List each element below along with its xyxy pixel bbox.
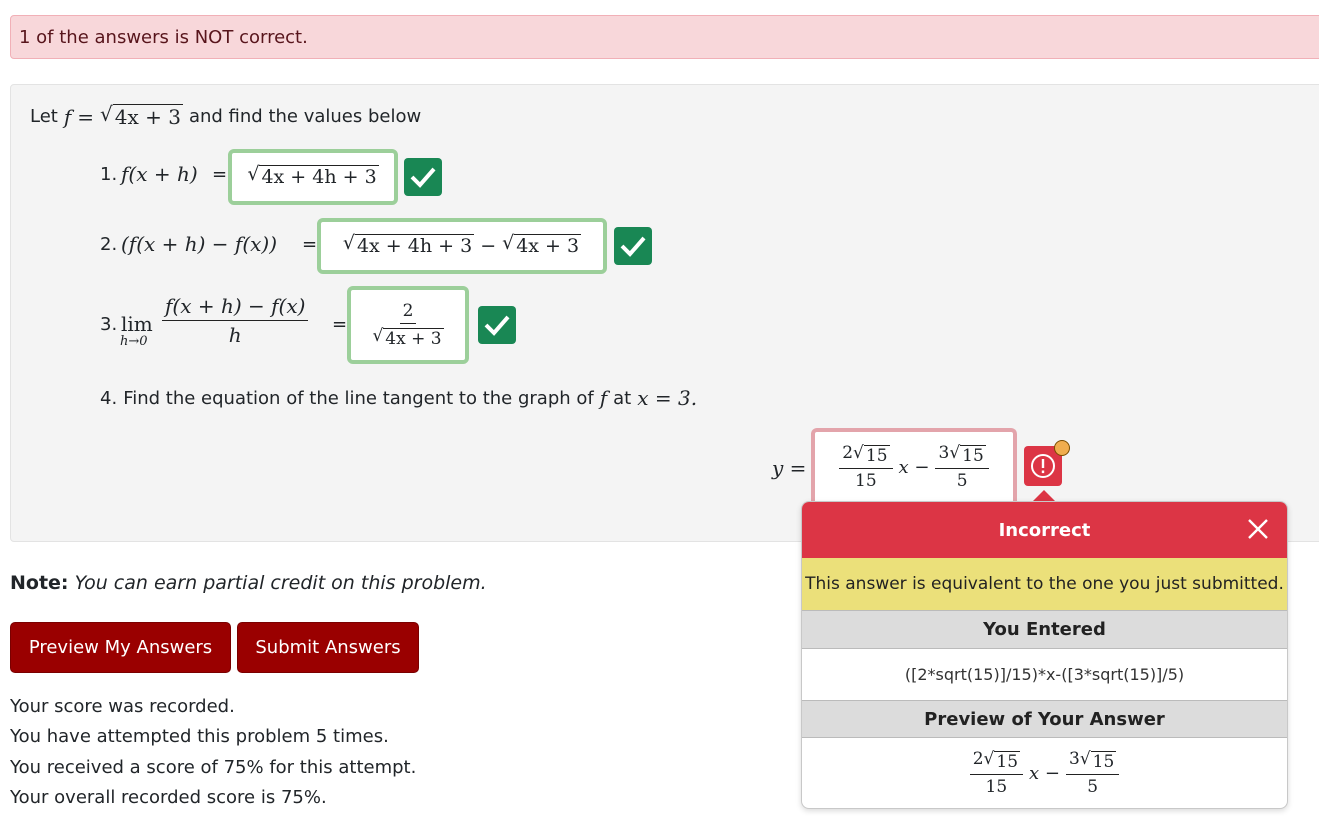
part-1-label: f(x + h) xyxy=(121,162,198,186)
part-4-lhs: y = xyxy=(772,456,807,480)
part-1-number: 1. xyxy=(100,164,118,185)
part-1-answer-box[interactable]: √ 4x + 4h + 3 xyxy=(228,149,398,205)
overall-score: Your overall recorded score is 75%. xyxy=(10,787,327,808)
you-entered-label: You Entered xyxy=(802,610,1287,649)
alert-circle-icon xyxy=(1031,454,1055,478)
part-2-number: 2. xyxy=(100,234,118,255)
part-3-lim: lim xyxy=(121,312,153,336)
part-4-answer-box[interactable]: 2 √ 15 15 x − 3 √ 15 5 xyxy=(811,428,1017,502)
part-3-number: 3. xyxy=(100,314,118,335)
preview-answers-button[interactable]: Preview My Answers xyxy=(10,622,231,673)
answer-preview: 2 √ 15 15 x − 3 √ 15 5 xyxy=(802,738,1287,808)
popover-message: This answer is equivalent to the one you… xyxy=(802,558,1287,611)
part-3-lim-sub: h→0 xyxy=(120,334,148,349)
note: Note: You can earn partial credit on thi… xyxy=(10,572,487,594)
intro-suffix: and find the values below xyxy=(188,106,422,127)
preview-label: Preview of Your Answer xyxy=(802,700,1287,738)
alert-text: 1 of the answers is NOT correct. xyxy=(19,27,308,48)
attempt-score: You received a score of 75% for this att… xyxy=(10,757,417,778)
attempts-count: You have attempted this problem 5 times. xyxy=(10,726,389,747)
part-3-answer-box[interactable]: 2 √ 4x + 3 xyxy=(347,286,469,364)
part-2-correct-icon xyxy=(614,227,652,265)
entered-value: ([2*sqrt(15)]/15)*x-([3*sqrt(15)]/5) xyxy=(904,665,1185,684)
part-3-correct-icon xyxy=(478,306,516,344)
submit-answers-button[interactable]: Submit Answers xyxy=(237,622,419,673)
score-recorded: Your score was recorded. xyxy=(10,696,235,717)
popover-header: Incorrect xyxy=(802,502,1287,558)
f-definition: √ 4x + 3 xyxy=(100,102,183,129)
attention-dot xyxy=(1054,440,1070,456)
problem-intro: Let f = √ 4x + 3 and find the values below xyxy=(30,102,422,129)
result-alert: 1 of the answers is NOT correct. xyxy=(10,15,1319,59)
part-4-text: 4. Find the equation of the line tangent… xyxy=(100,386,698,410)
popover-title: Incorrect xyxy=(998,520,1091,541)
part-2-answer-box[interactable]: √ 4x + 4h + 3 − √ 4x + 3 xyxy=(317,218,607,274)
part-2-label: (f(x + h) − f(x)) xyxy=(121,232,278,256)
close-icon[interactable] xyxy=(1245,516,1271,547)
part-3-difference-quotient: f(x + h) − f(x) h xyxy=(162,294,309,347)
feedback-popover: Incorrect This answer is equivalent to t… xyxy=(801,501,1288,809)
part-1-correct-icon xyxy=(404,158,442,196)
intro-prefix: Let xyxy=(30,106,58,127)
